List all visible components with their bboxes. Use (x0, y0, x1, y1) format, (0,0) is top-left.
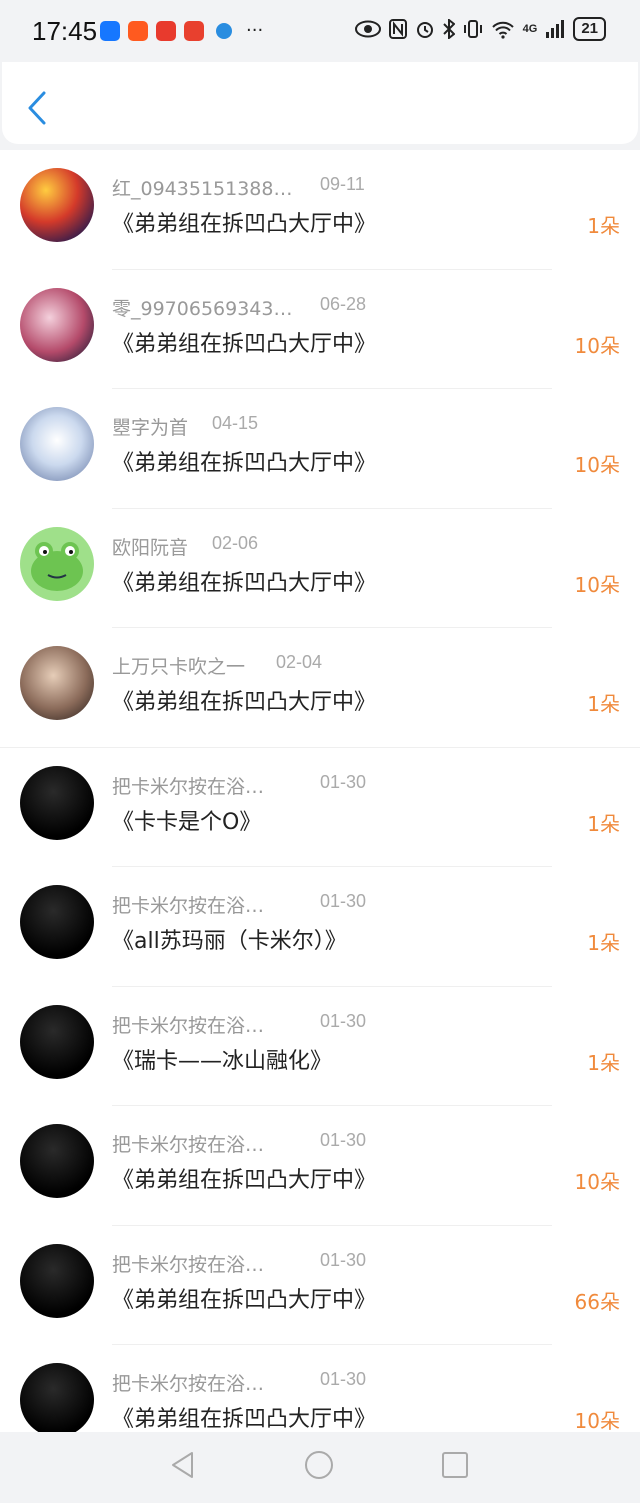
list-item[interactable]: 红_09435151388… 09-11 《弟弟组在拆凹凸大厅中》 1朵 (0, 150, 640, 270)
signal-icon (546, 20, 565, 38)
sender-name: 把卡米尔按在浴… (112, 1373, 265, 1395)
work-title[interactable]: 《卡卡是个O》 (112, 804, 261, 836)
sender-name: 上万只卡吹之一 (112, 656, 246, 678)
chevron-left-icon[interactable] (24, 90, 50, 126)
status-time: 17:45 (32, 16, 98, 46)
list-item[interactable]: 上万只卡吹之一 02-04 《弟弟组在拆凹凸大厅中》 1朵 (0, 628, 640, 748)
sender-name: 把卡米尔按在浴… (112, 775, 265, 798)
sender-name: 红_09435151388… (112, 178, 293, 200)
record-date: 02-04 (276, 652, 323, 672)
list-item[interactable]: 把卡米尔按在浴… 01-30 《弟弟组在拆凹凸大厅中》 10朵 (0, 1345, 640, 1432)
black-avatar[interactable] (20, 765, 94, 840)
frog-avatar[interactable] (20, 526, 94, 601)
work-title[interactable]: 《弟弟组在拆凹凸大厅中》 (112, 1401, 376, 1432)
anime-avatar[interactable] (20, 168, 94, 242)
record-date: 02-06 (212, 532, 259, 553)
work-title[interactable]: 《all苏玛丽（卡米尔）》 (112, 923, 347, 955)
work-title[interactable]: 《弟弟组在拆凹凸大厅中》 (112, 565, 376, 597)
nfc-icon (388, 19, 407, 39)
flower-count: 10朵 (574, 1170, 620, 1194)
gift-record-list: 红_09435151388… 09-11 《弟弟组在拆凹凸大厅中》 1朵 零_99706… (0, 150, 640, 1432)
black-avatar[interactable] (20, 1363, 94, 1432)
listen-app-icon (184, 20, 204, 41)
flower-count: 66朵 (574, 1289, 620, 1314)
photo-avatar[interactable] (20, 646, 94, 720)
work-title[interactable]: 《瑞卡——冰山融化》 (112, 1043, 332, 1075)
blue-app-icon (100, 20, 120, 41)
sender-name: 零_99706569343… (112, 297, 293, 320)
sender-name: 欧阳阮音 (112, 536, 189, 559)
bluetooth-icon (442, 19, 455, 39)
network-4g-label: 4G (522, 23, 538, 35)
triangle-back-icon[interactable] (168, 1450, 198, 1480)
record-date: 01-30 (320, 1369, 367, 1389)
frog-face-icon (31, 541, 83, 591)
work-title[interactable]: 《弟弟组在拆凹凸大厅中》 (112, 206, 376, 238)
record-date: 01-30 (320, 1130, 367, 1150)
work-title[interactable]: 《弟弟组在拆凹凸大厅中》 (112, 445, 376, 477)
flower-count: 1朵 (587, 811, 620, 836)
flower-count: 1朵 (587, 214, 620, 238)
notification-icons: ··· (100, 20, 263, 41)
browser-app-icon (216, 22, 232, 39)
work-title[interactable]: 《弟弟组在拆凹凸大厅中》 (112, 1162, 376, 1194)
black-avatar[interactable] (20, 1124, 94, 1198)
list-item[interactable]: 把卡米尔按在浴… 01-30 《瑞卡——冰山融化》 1朵 (0, 987, 640, 1106)
alarm-icon (416, 22, 433, 38)
work-title[interactable]: 《弟弟组在拆凹凸大厅中》 (112, 684, 376, 716)
flower-count: 10朵 (574, 572, 620, 597)
flower-count: 10朵 (574, 453, 620, 477)
record-date: 01-30 (320, 891, 367, 911)
eye-icon (354, 20, 381, 38)
system-status: 4G 21 (354, 17, 606, 41)
work-title[interactable]: 《弟弟组在拆凹凸大厅中》 (112, 326, 376, 358)
black-avatar[interactable] (20, 1004, 94, 1079)
sender-name: 瞾字为首 (112, 417, 189, 439)
sender-name: 把卡米尔按在浴… (112, 1014, 265, 1037)
sender-name: 把卡米尔按在浴… (112, 1134, 265, 1156)
list-item[interactable]: 把卡米尔按在浴… 01-30 《弟弟组在拆凹凸大厅中》 66朵 (0, 1226, 640, 1345)
list-item[interactable]: 瞾字为首 04-15 《弟弟组在拆凹凸大厅中》 10朵 (0, 389, 640, 509)
sender-name: 把卡米尔按在浴… (112, 1253, 265, 1276)
flower-count: 1朵 (587, 931, 620, 955)
flower-count: 1朵 (587, 1050, 620, 1075)
list-item[interactable]: 零_99706569343… 06-28 《弟弟组在拆凹凸大厅中》 10朵 (0, 270, 640, 389)
list-item[interactable]: 把卡米尔按在浴… 01-30 《弟弟组在拆凹凸大厅中》 10朵 (0, 1106, 640, 1226)
sender-name: 把卡米尔按在浴… (112, 895, 265, 917)
flower-count: 10朵 (574, 1409, 620, 1432)
record-date: 09-11 (320, 174, 365, 194)
system-nav-bar (0, 1432, 640, 1503)
record-date: 01-30 (320, 1249, 367, 1270)
more-notifications-icon: ··· (246, 20, 264, 41)
flower-count: 1朵 (587, 692, 620, 716)
square-recents-icon[interactable] (440, 1450, 470, 1480)
anime-avatar[interactable] (20, 407, 94, 481)
list-item[interactable]: 把卡米尔按在浴… 01-30 《all苏玛丽（卡米尔）》 1朵 (0, 867, 640, 987)
record-date: 01-30 (320, 771, 367, 792)
red-app-icon (156, 20, 176, 41)
list-item[interactable]: 欧阳阮音 02-06 《弟弟组在拆凹凸大厅中》 10朵 (0, 509, 640, 628)
list-item[interactable]: 把卡米尔按在浴… 01-30 《卡卡是个O》 1朵 (0, 748, 640, 867)
record-date: 01-30 (320, 1010, 367, 1031)
work-title[interactable]: 《弟弟组在拆凹凸大厅中》 (112, 1282, 376, 1314)
vibrate-icon (463, 20, 482, 38)
record-date: 04-15 (212, 413, 259, 433)
taobao-app-icon (128, 20, 148, 41)
black-avatar[interactable] (20, 885, 94, 959)
circle-home-icon[interactable] (304, 1450, 334, 1480)
top-header (2, 62, 638, 144)
battery-level: 21 (573, 17, 606, 41)
black-avatar[interactable] (20, 1243, 94, 1318)
flower-count: 10朵 (574, 333, 620, 358)
wifi-icon (491, 21, 514, 39)
status-bar: 17:45 ··· 4G 21 (0, 0, 640, 62)
anime-avatar[interactable] (20, 287, 94, 362)
record-date: 06-28 (320, 293, 367, 314)
